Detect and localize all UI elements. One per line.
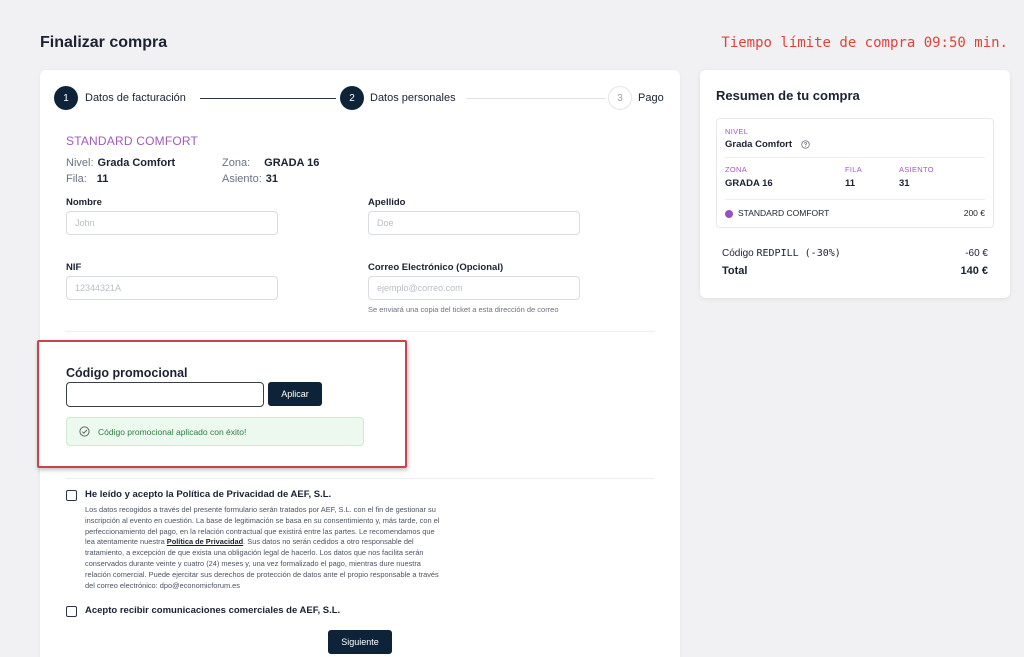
ticket-asiento: Asiento: 31 [222, 173, 278, 185]
nif-label: NIF [66, 262, 82, 273]
summary-product-name: STANDARD COMFORT [738, 208, 830, 218]
ticket-nivel: Nivel: Grada Comfort [66, 157, 175, 169]
step-1-circle[interactable]: 1 [54, 86, 78, 110]
summary-discount-row: Código REDPILL (-30%) -60 € [722, 248, 988, 259]
summary-divider-2 [725, 199, 985, 200]
privacy-checkbox[interactable] [66, 490, 77, 501]
total-amount: 140 € [960, 265, 988, 277]
nivel-label: Nivel: [66, 157, 94, 169]
step-3-label[interactable]: Pago [638, 92, 664, 104]
promo-code-input[interactable] [66, 382, 264, 407]
marketing-consent-row: Acepto recibir comunicaciones comerciale… [66, 605, 340, 617]
step-2-circle[interactable]: 2 [340, 86, 364, 110]
next-button[interactable]: Siguiente [328, 630, 392, 654]
apply-promo-button[interactable]: Aplicar [268, 382, 322, 406]
order-summary-card: Resumen de tu compra NIVEL Grada Comfort… [700, 70, 1010, 298]
ticket-zona: Zona: GRADA 16 [222, 157, 319, 169]
total-label: Total [722, 265, 748, 277]
summary-asiento-value: 31 [899, 178, 910, 189]
summary-divider-1 [725, 157, 985, 158]
promo-title: Código promocional [66, 366, 188, 380]
privacy-legal-text: Los datos recogidos a través del present… [85, 505, 445, 591]
promo-success-message: Código promocional aplicado con éxito! [66, 417, 364, 446]
summary-total-row: Total 140 € [722, 265, 988, 277]
privacy-consent-row: He leído y acepto la Política de Privaci… [66, 489, 331, 501]
summary-nivel-label: NIVEL [725, 127, 749, 136]
nombre-label: Nombre [66, 197, 102, 208]
discount-code: REDPILL (-30%) [756, 248, 841, 259]
stepper: 1 Datos de facturación 2 Datos personale… [54, 86, 666, 112]
ticket-fila: Fila: 11 [66, 173, 108, 185]
email-input[interactable] [368, 276, 580, 300]
marketing-checkbox[interactable] [66, 606, 77, 617]
step-2-label[interactable]: Datos personales [370, 92, 456, 104]
apellido-label: Apellido [368, 197, 406, 208]
zona-label: Zona: [222, 157, 251, 169]
email-hint: Se enviará una copia del ticket a esta d… [368, 305, 559, 314]
nivel-value: Grada Comfort [97, 157, 176, 169]
nombre-input[interactable] [66, 211, 278, 235]
privacy-policy-link[interactable]: Política de Privacidad [167, 537, 243, 546]
summary-fila-label: FILA [845, 165, 863, 174]
marketing-label[interactable]: Acepto recibir comunicaciones comerciale… [85, 605, 340, 616]
asiento-value: 31 [265, 173, 278, 185]
help-circle-icon[interactable] [801, 140, 810, 149]
timer-label: Tiempo límite de compra [721, 35, 916, 51]
consent-divider [66, 478, 654, 479]
nif-input[interactable] [66, 276, 278, 300]
timer-value: 09:50 min. [923, 35, 1008, 51]
summary-zona-value: GRADA 16 [725, 178, 773, 189]
timer: Tiempo límite de compra 09:50 min. [721, 35, 1008, 51]
check-circle-icon [79, 426, 90, 437]
summary-product-price: 200 € [963, 208, 985, 218]
summary-details: NIVEL Grada Comfort ZONA GRADA 16 FILA 1… [716, 118, 994, 228]
section-divider [66, 331, 654, 332]
fila-label: Fila: [66, 173, 87, 185]
page-title: Finalizar compra [40, 34, 168, 51]
step-3-circle[interactable]: 3 [608, 86, 632, 110]
zona-value: GRADA 16 [264, 157, 320, 169]
step-connector-2 [466, 98, 606, 99]
summary-zona-label: ZONA [725, 165, 748, 174]
step-1-label[interactable]: Datos de facturación [85, 92, 186, 104]
ticket-title: STANDARD COMFORT [66, 134, 199, 148]
step-connector-1 [200, 98, 336, 99]
apellido-input[interactable] [368, 211, 580, 235]
summary-asiento-label: ASIENTO [899, 165, 934, 174]
checkout-form-card: 1 Datos de facturación 2 Datos personale… [37, 70, 680, 657]
summary-fila-value: 11 [845, 178, 856, 189]
fila-value: 11 [96, 173, 109, 185]
discount-label: Código [722, 248, 754, 259]
discount-amount: -60 € [965, 248, 988, 259]
summary-title: Resumen de tu compra [716, 88, 860, 103]
success-text: Código promocional aplicado con éxito! [98, 426, 247, 437]
asiento-label: Asiento: [222, 173, 262, 185]
email-label: Correo Electrónico (Opcional) [368, 262, 504, 273]
summary-nivel-value: Grada Comfort [725, 139, 793, 150]
privacy-label[interactable]: He leído y acepto la Política de Privaci… [85, 489, 331, 500]
category-dot-icon [725, 210, 733, 218]
summary-nivel: Grada Comfort [725, 139, 810, 150]
